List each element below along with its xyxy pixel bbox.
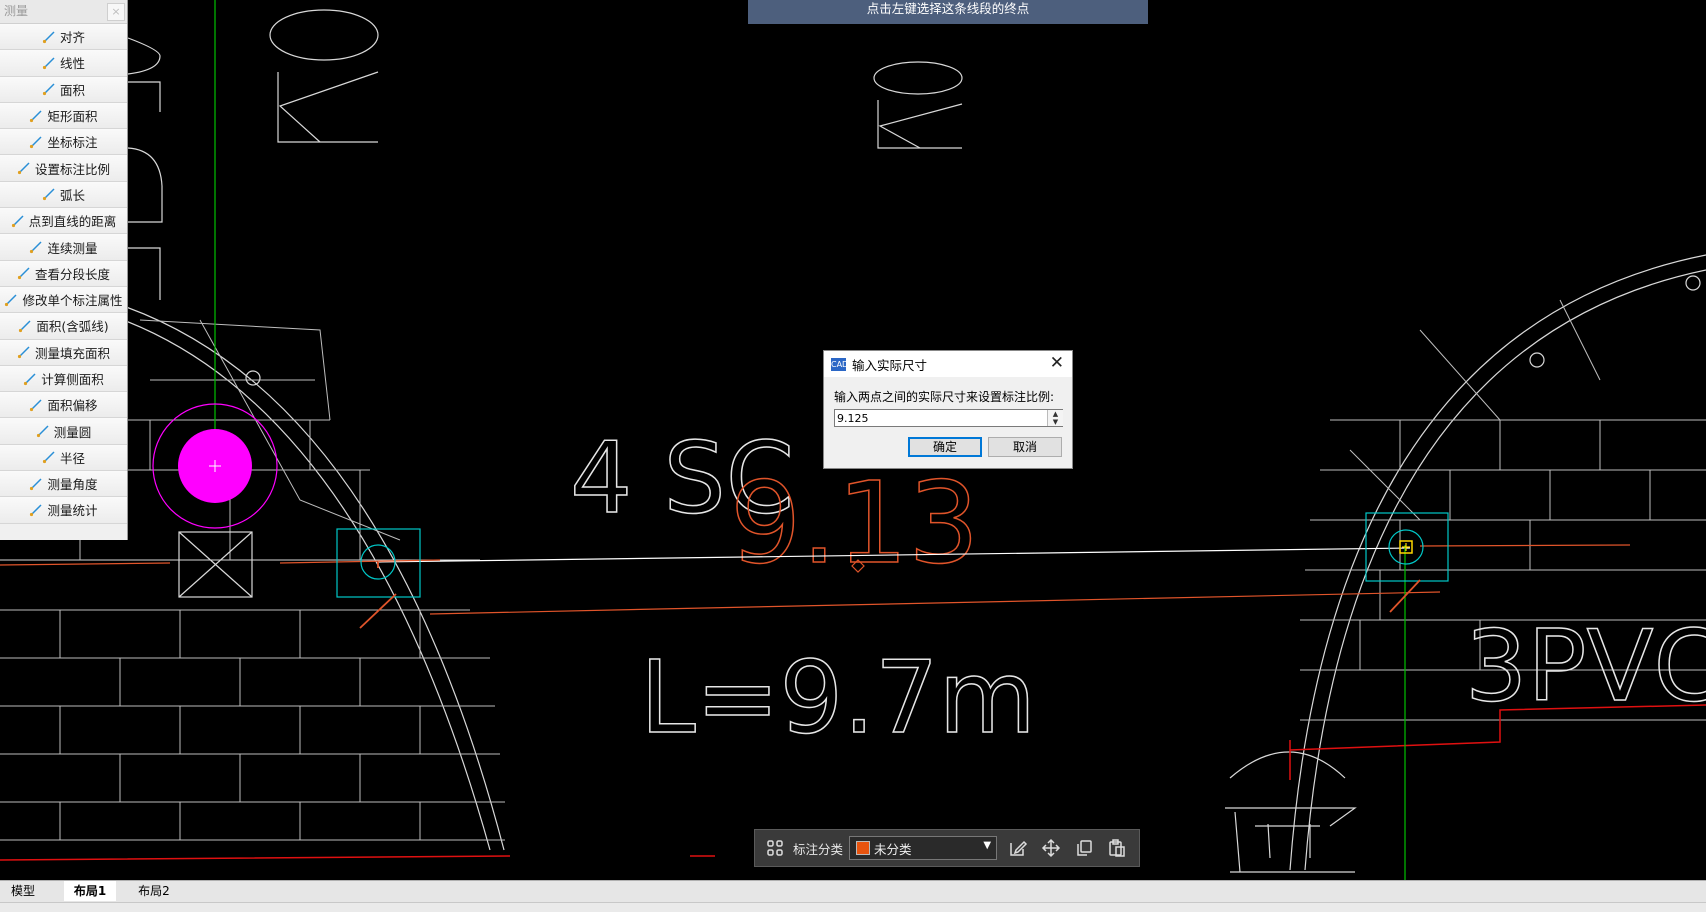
tool-label: 点到直线的距离 — [28, 214, 117, 230]
paste-icon[interactable] — [1106, 837, 1128, 859]
tool-label: 半径 — [59, 450, 85, 466]
statistics-icon — [29, 503, 43, 517]
arc-area-icon — [18, 319, 32, 333]
tool-align-measure[interactable]: 对齐 — [0, 24, 127, 51]
tool-scale[interactable]: 设置标注比例 — [0, 155, 127, 182]
annotation-category-label: 标注分类 — [793, 841, 844, 857]
tool-label: 测量角度 — [47, 477, 98, 493]
category-color-swatch — [856, 841, 871, 855]
tool-side-area[interactable]: 计算侧面积 — [0, 365, 127, 393]
tool-edit-annotation[interactable]: 修改单个标注属性 — [0, 286, 127, 314]
linear-measure-icon — [42, 56, 56, 70]
tool-arc-length[interactable]: 弧长 — [0, 181, 127, 209]
arc-length-icon — [42, 187, 56, 201]
tool-label: 查看分段长度 — [34, 266, 110, 282]
angle-icon — [29, 477, 43, 491]
tool-circle-measure[interactable]: 测量圆 — [0, 418, 127, 445]
cancel-button[interactable]: 取消 — [988, 437, 1062, 457]
tool-segment-length[interactable]: 查看分段长度 — [0, 260, 127, 287]
tool-linear-measure[interactable]: 线性 — [0, 50, 127, 77]
tool-arc-area[interactable]: 面积(含弧线) — [0, 313, 127, 340]
tab-layout2[interactable]: 布局2 — [126, 881, 182, 901]
tool-label: 连续测量 — [47, 240, 98, 256]
edit-annotation-icon — [4, 293, 18, 307]
tab-model[interactable]: 模型 — [0, 881, 46, 901]
side-area-icon — [23, 372, 37, 386]
tool-label: 测量统计 — [47, 503, 98, 519]
tool-coordinate[interactable]: 坐标标注 — [0, 129, 127, 156]
tool-label: 坐标标注 — [47, 135, 98, 151]
tool-angle[interactable]: 测量角度 — [0, 471, 127, 498]
area-offset-icon — [29, 398, 43, 412]
tool-label: 测量圆 — [53, 424, 92, 440]
drawing-text-length: L=9.7m — [640, 639, 1036, 756]
copy-icon[interactable] — [1073, 837, 1095, 859]
rect-area-icon — [29, 109, 43, 123]
tool-rect-area[interactable]: 矩形面积 — [0, 102, 127, 130]
tab-layout1[interactable]: 布局1 — [64, 881, 116, 901]
tool-statistics[interactable]: 测量统计 — [0, 497, 127, 524]
tool-label: 面积偏移 — [47, 398, 98, 414]
category-value: 未分类 — [874, 841, 912, 857]
tool-label: 计算侧面积 — [41, 372, 104, 387]
segment-length-icon — [17, 266, 31, 280]
fill-area-icon — [17, 345, 31, 359]
tool-point-line-distance[interactable]: 点到直线的距离 — [0, 208, 127, 235]
tool-label: 修改单个标注属性 — [22, 293, 123, 309]
ok-button[interactable]: 确定 — [908, 437, 982, 457]
grid-menu-icon[interactable] — [765, 838, 785, 858]
tool-area-offset[interactable]: 面积偏移 — [0, 392, 127, 419]
command-prompt: 点击左键选择这条线段的终点 — [748, 0, 1148, 24]
cad-app-icon: CAD — [831, 357, 849, 371]
scale-icon — [17, 161, 31, 175]
tool-label: 线性 — [59, 56, 85, 72]
input-actual-size-dialog: CAD 输入实际尺寸 ✕ 输入两点之间的实际尺寸来设置标注比例: ▲▼ 确定 取… — [823, 350, 1073, 469]
dialog-title: 输入实际尺寸 — [852, 357, 928, 373]
radius-icon — [42, 450, 56, 464]
chevron-down-icon: ▼ — [983, 840, 992, 851]
point-line-distance-icon — [11, 214, 25, 228]
tool-label: 对齐 — [59, 30, 85, 46]
tool-label: 弧长 — [59, 187, 85, 203]
align-measure-icon — [42, 30, 56, 44]
dialog-title-bar: CAD 输入实际尺寸 ✕ — [824, 351, 1072, 377]
dialog-prompt-label: 输入两点之间的实际尺寸来设置标注比例: — [834, 390, 1055, 404]
tool-fill-area[interactable]: 测量填充面积 — [0, 339, 127, 366]
palette-title-bar: 测量 × — [0, 0, 127, 24]
move-icon[interactable] — [1040, 837, 1062, 859]
tool-continuous-measure[interactable]: 连续测量 — [0, 234, 127, 261]
actual-size-input[interactable] — [834, 409, 1063, 427]
layout-tabs: 模型 布局1 布局2 — [0, 880, 1706, 902]
palette-title: 测量 — [4, 4, 29, 18]
coordinate-icon — [29, 135, 43, 149]
annotation-toolbar: 标注分类 未分类 ▼ — [754, 829, 1140, 867]
tool-label: 设置标注比例 — [34, 161, 110, 177]
tool-radius[interactable]: 半径 — [0, 444, 127, 472]
palette-close-button[interactable]: × — [107, 3, 125, 21]
measure-tool-list: 对齐线性面积矩形面积坐标标注设置标注比例 弧长点到直线的距离 连续测量查看分段长度修… — [0, 24, 127, 524]
dialog-close-button[interactable]: ✕ — [1050, 355, 1064, 372]
area-icon — [42, 82, 56, 96]
tool-label: 面积(含弧线) — [36, 319, 109, 335]
tool-label: 矩形面积 — [47, 109, 98, 125]
annotation-category-select[interactable]: 未分类 ▼ — [849, 836, 998, 860]
continuous-measure-icon — [29, 240, 43, 254]
measure-palette: 测量 × 对齐线性面积矩形面积坐标标注设置标注比例 弧长点到直线的距离 连续测量查看… — [0, 0, 128, 540]
drawing-text-pvc: 3PVC — [1465, 610, 1706, 724]
tool-area[interactable]: 面积 — [0, 76, 127, 103]
edit-icon[interactable] — [1007, 837, 1029, 859]
size-spinner[interactable]: ▲ ▼ — [1047, 410, 1063, 426]
tool-label: 测量填充面积 — [34, 345, 110, 361]
tool-label: 面积 — [59, 82, 85, 98]
circle-measure-icon — [36, 424, 50, 438]
